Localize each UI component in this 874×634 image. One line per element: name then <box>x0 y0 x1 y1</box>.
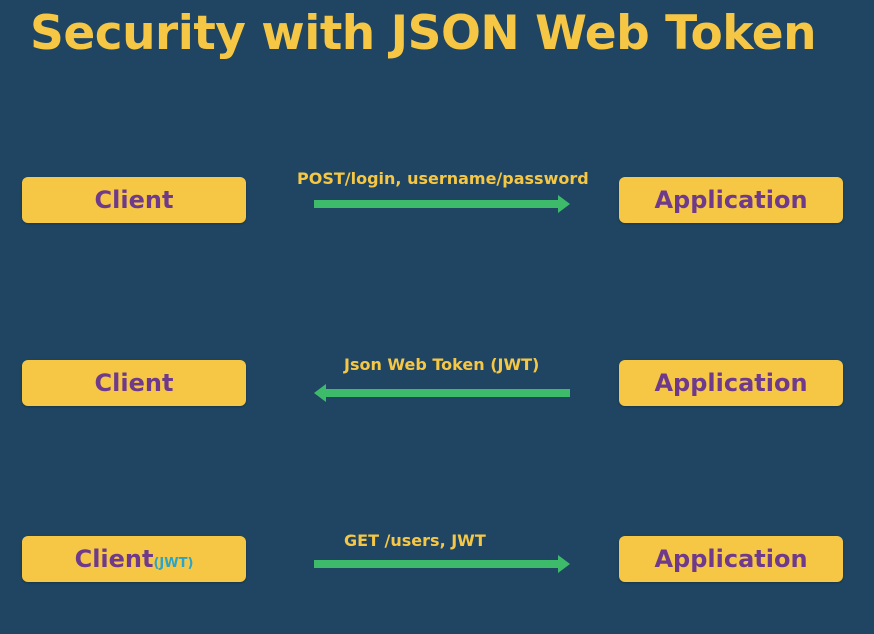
client-label: Client <box>94 369 174 397</box>
application-box: Application <box>619 177 843 223</box>
client-box: Client (JWT) <box>22 536 246 582</box>
application-box: Application <box>619 360 843 406</box>
message-label: GET /users, JWT <box>344 531 486 550</box>
application-label: Application <box>654 369 808 397</box>
application-label: Application <box>654 186 808 214</box>
arrow-right-icon <box>314 195 570 213</box>
page-title: Security with JSON Web Token <box>30 6 817 61</box>
message-label: POST/login, username/password <box>297 169 589 188</box>
client-label: Client <box>94 186 174 214</box>
application-box: Application <box>619 536 843 582</box>
application-label: Application <box>654 545 808 573</box>
client-box: Client <box>22 360 246 406</box>
client-box: Client <box>22 177 246 223</box>
arrow-right-icon <box>314 555 570 573</box>
message-label: Json Web Token (JWT) <box>344 355 540 374</box>
client-jwt-label: (JWT) <box>153 556 194 571</box>
arrow-left-icon <box>314 384 570 402</box>
client-label: Client <box>74 545 154 573</box>
